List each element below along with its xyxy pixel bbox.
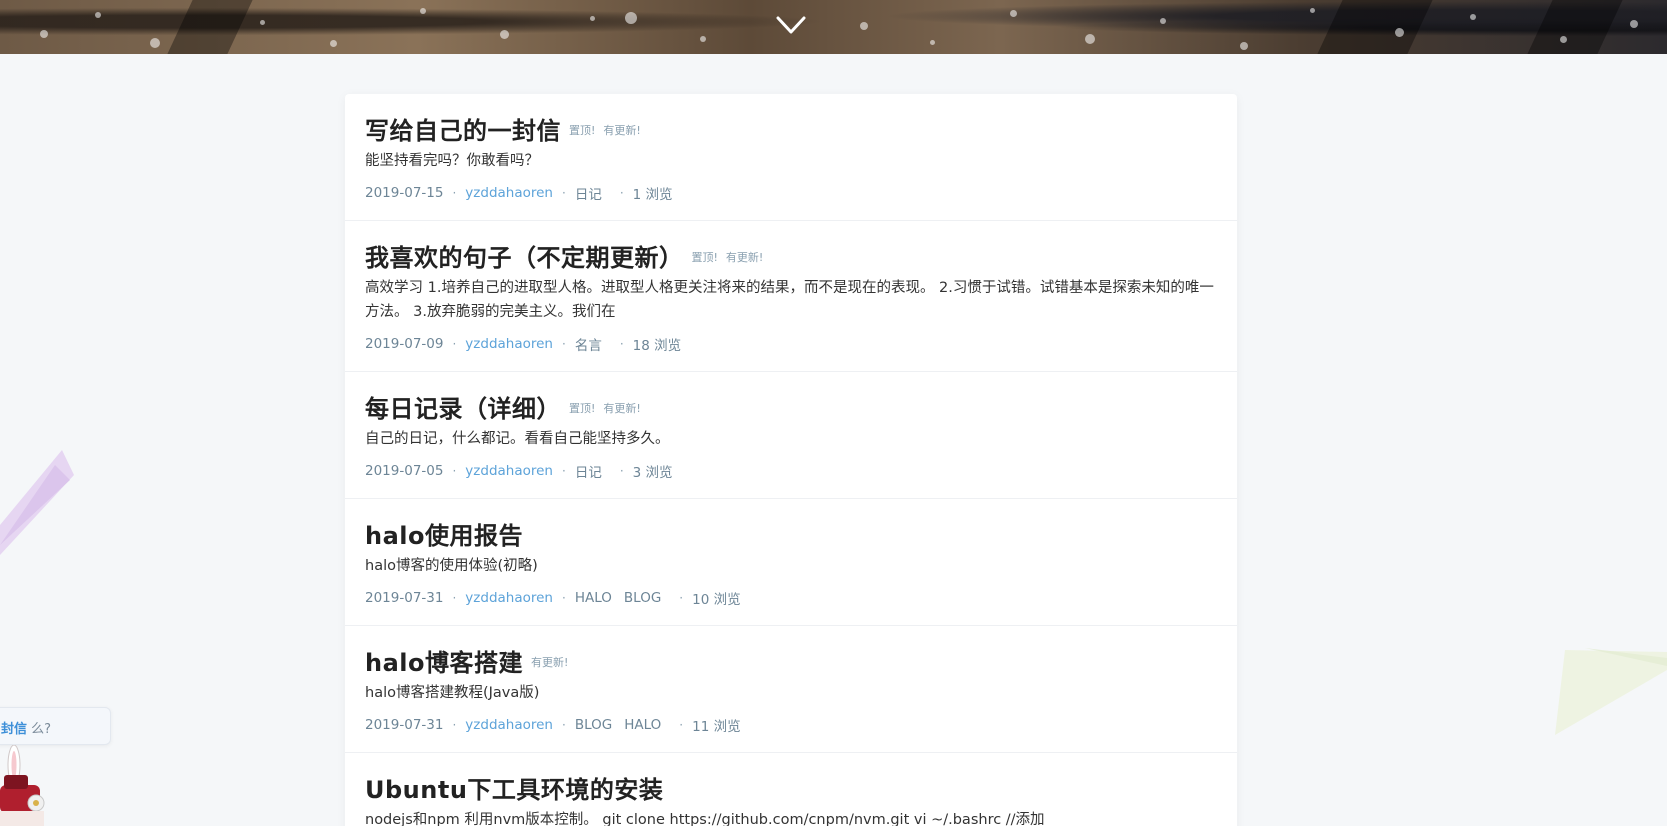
post-author[interactable]: yzddahaoren: [465, 463, 553, 479]
meta-separator: ·: [452, 337, 457, 351]
post-item: 写给自己的一封信 置顶! 有更新! 能坚持看完吗？你敢看吗？ 2019-07-1…: [345, 94, 1237, 221]
post-title-row: 写给自己的一封信 置顶! 有更新!: [365, 111, 641, 146]
mascot-bubble-text: 么?: [27, 722, 52, 737]
post-author[interactable]: yzddahaoren: [465, 336, 553, 352]
mascot-bubble-link[interactable]: 封信: [1, 722, 27, 737]
post-title-row: 我喜欢的句子（不定期更新） 置顶! 有更新!: [365, 238, 763, 273]
meta-separator: ·: [452, 718, 457, 732]
hero-shadow: [167, 0, 253, 54]
post-title[interactable]: 我喜欢的句子（不定期更新）: [365, 238, 684, 273]
pinned-tag: 置顶!: [569, 123, 596, 137]
meta-separator: ·: [452, 186, 457, 200]
meta-separator: ·: [562, 464, 566, 478]
post-excerpt: 自己的日记，什么都记。看看自己能坚持多久。: [365, 431, 670, 447]
post-date: 2019-07-15: [365, 185, 444, 201]
post-date: 2019-07-31: [365, 590, 444, 606]
meta-separator: ·: [562, 186, 566, 200]
post-views: 11 浏览: [692, 719, 741, 735]
post-views: 1 浏览: [632, 187, 673, 203]
ribbon-decoration: [1555, 648, 1667, 735]
updated-tag: 有更新!: [725, 250, 764, 264]
post-item: Ubuntu下工具环境的安装 nodejs和npm 利用nvm版本控制。 git…: [345, 753, 1237, 826]
post-title[interactable]: 写给自己的一封信: [365, 111, 561, 146]
pinned-tag: 置顶!: [569, 401, 596, 415]
post-item: halo使用报告 halo博客的使用体验(初略) 2019-07-31 · yz…: [345, 499, 1237, 626]
updated-tag: 有更新!: [603, 401, 641, 415]
post-excerpt: halo博客搭建教程(Java版): [365, 685, 540, 701]
meta-separator: ·: [619, 186, 624, 200]
post-views: 18 浏览: [632, 338, 682, 354]
meta-separator: ·: [562, 718, 566, 732]
mascot-character[interactable]: [0, 745, 48, 826]
post-category[interactable]: BLOG: [624, 590, 661, 606]
post-date: 2019-07-09: [365, 336, 444, 352]
post-category[interactable]: HALO: [575, 590, 612, 606]
hero-banner: [0, 0, 1667, 54]
post-title-row: 每日记录（详细） 置顶! 有更新!: [365, 389, 641, 424]
hero-shadow: [1527, 0, 1623, 54]
meta-separator: ·: [679, 718, 684, 732]
chevron-down-icon[interactable]: [775, 12, 807, 40]
post-title[interactable]: halo博客搭建: [365, 643, 523, 678]
post-excerpt: 高效学习 1.培养自己的进取型人格。进取型人格更关注将来的结果，而不是现在的表现…: [365, 280, 1214, 320]
post-author[interactable]: yzddahaoren: [465, 185, 553, 201]
post-meta: 2019-07-05 · yzddahaoren · 日记 · 3 浏览: [365, 461, 673, 481]
post-views: 10 浏览: [692, 592, 741, 608]
post-category[interactable]: BLOG: [575, 717, 612, 733]
post-title-row: halo使用报告: [365, 516, 523, 551]
mascot-speech-bubble: 封信 么?: [0, 707, 111, 745]
post-author[interactable]: yzddahaoren: [465, 590, 553, 606]
post-title-row: halo博客搭建 有更新!: [365, 643, 568, 678]
post-meta: 2019-07-09 · yzddahaoren · 名言 · 18 浏览: [365, 334, 681, 354]
post-title-row: Ubuntu下工具环境的安装: [365, 770, 663, 805]
post-excerpt: halo博客的使用体验(初略): [365, 558, 538, 574]
meta-separator: ·: [679, 591, 684, 605]
post-title[interactable]: halo使用报告: [365, 516, 523, 551]
updated-tag: 有更新!: [531, 655, 569, 669]
post-title[interactable]: 每日记录（详细）: [365, 389, 561, 424]
post-category[interactable]: 名言: [575, 334, 602, 354]
post-item: 每日记录（详细） 置顶! 有更新! 自己的日记，什么都记。看看自己能坚持多久。 …: [345, 372, 1237, 499]
meta-separator: ·: [452, 591, 457, 605]
post-excerpt: nodejs和npm 利用nvm版本控制。 git clone https://…: [365, 812, 1045, 826]
meta-separator: ·: [562, 591, 566, 605]
post-category[interactable]: HALO: [624, 717, 661, 733]
updated-tag: 有更新!: [603, 123, 641, 137]
post-list: 写给自己的一封信 置顶! 有更新! 能坚持看完吗？你敢看吗？ 2019-07-1…: [345, 94, 1237, 826]
meta-separator: ·: [452, 464, 457, 478]
meta-separator: ·: [619, 337, 624, 351]
post-item: halo博客搭建 有更新! halo博客搭建教程(Java版) 2019-07-…: [345, 626, 1237, 753]
post-category[interactable]: 日记: [575, 461, 602, 481]
post-title[interactable]: Ubuntu下工具环境的安装: [365, 770, 663, 805]
post-category[interactable]: 日记: [575, 183, 602, 203]
post-views: 3 浏览: [632, 465, 673, 481]
post-meta: 2019-07-31 · yzddahaoren · BLOG HALO · 1…: [365, 715, 741, 735]
post-author[interactable]: yzddahaoren: [465, 717, 553, 733]
ribbon-decoration: [0, 450, 74, 555]
post-date: 2019-07-05: [365, 463, 444, 479]
post-item: 我喜欢的句子（不定期更新） 置顶! 有更新! 高效学习 1.培养自己的进取型人格…: [345, 221, 1237, 372]
post-meta: 2019-07-15 · yzddahaoren · 日记 · 1 浏览: [365, 183, 673, 203]
post-meta: 2019-07-31 · yzddahaoren · HALO BLOG · 1…: [365, 588, 741, 608]
meta-separator: ·: [562, 337, 566, 351]
post-excerpt: 能坚持看完吗？你敢看吗？: [365, 153, 539, 169]
hero-shadow: [1317, 0, 1433, 54]
pinned-tag: 置顶!: [691, 250, 718, 264]
post-date: 2019-07-31: [365, 717, 444, 733]
meta-separator: ·: [619, 464, 624, 478]
